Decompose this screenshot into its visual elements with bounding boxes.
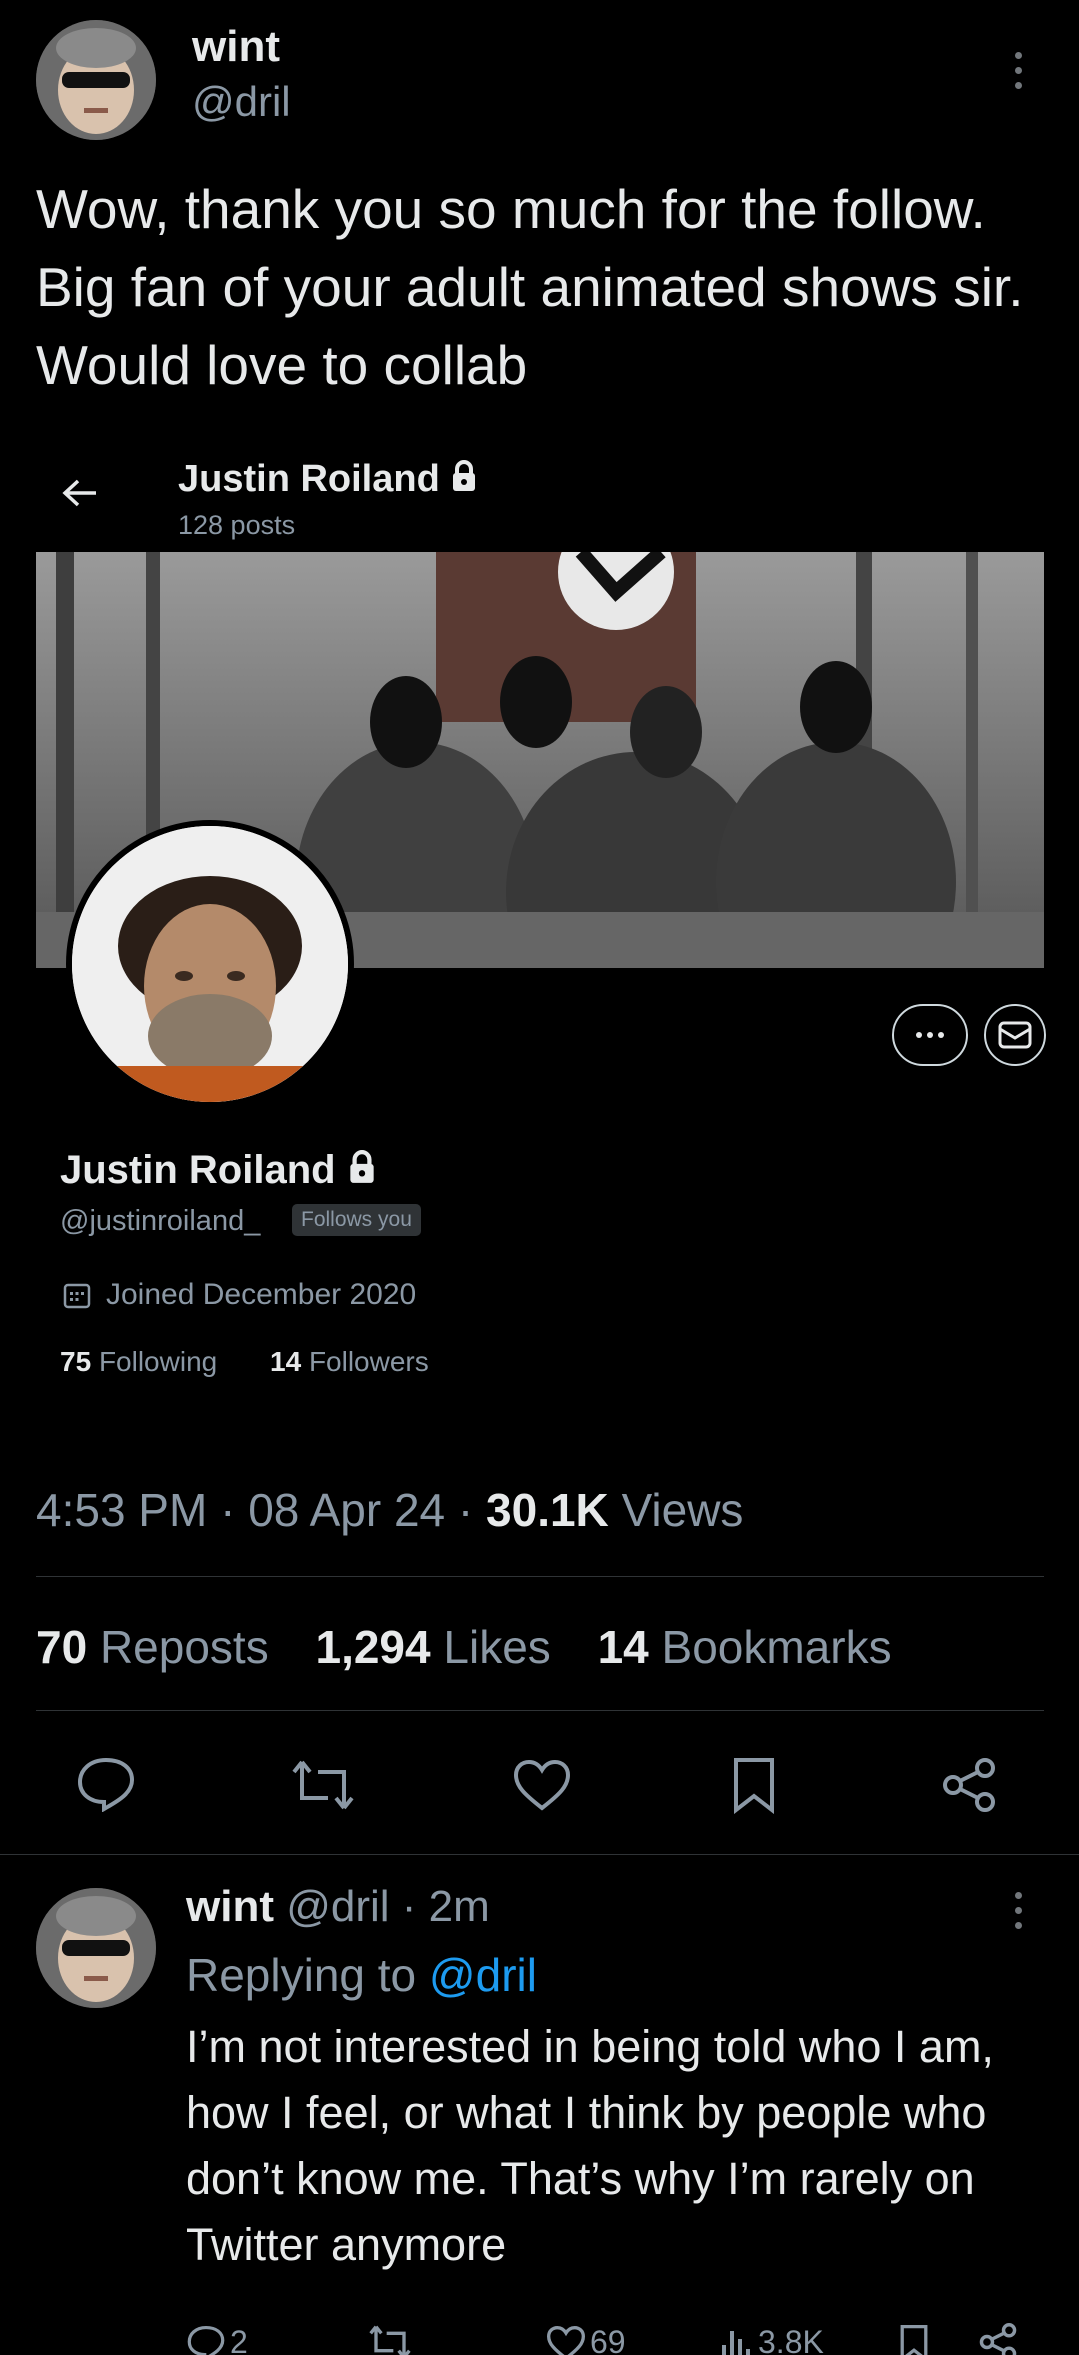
replying-to: Replying to @dril: [186, 1949, 537, 2001]
more-icon[interactable]: [1015, 1892, 1022, 1929]
more-icon[interactable]: [1015, 52, 1022, 89]
engagement-stats: 70 Reposts 1,294 Likes 14 Bookmarks: [36, 1620, 892, 1674]
reply-text: I’m not interested in being told who I a…: [186, 2021, 994, 2270]
divider: [36, 1710, 1044, 1711]
tweet-timestamp: 4:53 PM · 08 Apr 24 · 30.1K Views: [36, 1484, 744, 1536]
followers-stat: 14 Followers: [270, 1346, 429, 1377]
embedded-posts-count: 128 posts: [178, 510, 296, 540]
embedded-header-name: Justin Roiland: [178, 458, 478, 503]
likes-stat[interactable]: 1,294 Likes: [315, 1621, 550, 1673]
like-button[interactable]: 69: [546, 2324, 626, 2355]
replying-to-link[interactable]: @dril: [429, 1949, 537, 2001]
reply-icon: [186, 2325, 226, 2355]
divider: [36, 1576, 1044, 1577]
following-stat: 75 Following: [60, 1346, 218, 1377]
heart-icon: [546, 2325, 586, 2355]
message-icon[interactable]: [984, 1004, 1046, 1066]
author-handle[interactable]: @dril: [192, 78, 291, 126]
reply-header: wint @dril · 2m: [186, 1882, 490, 1931]
share-icon[interactable]: [940, 1756, 998, 1814]
like-count: 69: [590, 2324, 626, 2355]
share-icon[interactable]: [978, 2322, 1018, 2355]
profile-handle: @justinroiland_: [60, 1205, 261, 1237]
bookmark-icon[interactable]: [730, 1756, 778, 1814]
follows-you-badge: Follows you: [292, 1204, 421, 1236]
author-name[interactable]: wint: [192, 22, 280, 72]
tweet-text: Wow, thank you so much for the follow. B…: [36, 178, 1024, 396]
reply-author-handle[interactable]: @dril: [286, 1882, 389, 1931]
view-count: 3.8K: [758, 2324, 824, 2355]
profile-name: Justin Roiland: [60, 1148, 377, 1195]
repost-icon[interactable]: [368, 2324, 412, 2355]
lock-icon: [347, 1149, 377, 1195]
lock-icon: [450, 459, 478, 503]
bookmark-icon[interactable]: [898, 2324, 930, 2355]
reply-author-name[interactable]: wint: [186, 1882, 274, 1931]
repost-icon[interactable]: [290, 1758, 356, 1812]
bookmarks-stat[interactable]: 14 Bookmarks: [598, 1621, 892, 1673]
heart-icon[interactable]: [512, 1758, 572, 1812]
views-button[interactable]: 3.8K: [720, 2324, 824, 2355]
arrow-left-icon: [60, 478, 100, 508]
divider: [0, 1854, 1079, 1855]
joined-date: Joined December 2020: [106, 1278, 417, 1311]
author-avatar[interactable]: [36, 20, 156, 140]
profile-avatar: [66, 820, 354, 1108]
profile-more-button[interactable]: [892, 1004, 968, 1066]
calendar-icon: [62, 1280, 92, 1310]
reply-count: 2: [230, 2324, 248, 2355]
reply-button[interactable]: 2: [186, 2324, 248, 2355]
reply-icon[interactable]: [76, 1756, 136, 1812]
reposts-stat[interactable]: 70 Reposts: [36, 1621, 269, 1673]
reply-time: 2m: [428, 1882, 490, 1931]
views-icon: [720, 2325, 752, 2355]
reply-author-avatar[interactable]: [36, 1888, 156, 2008]
